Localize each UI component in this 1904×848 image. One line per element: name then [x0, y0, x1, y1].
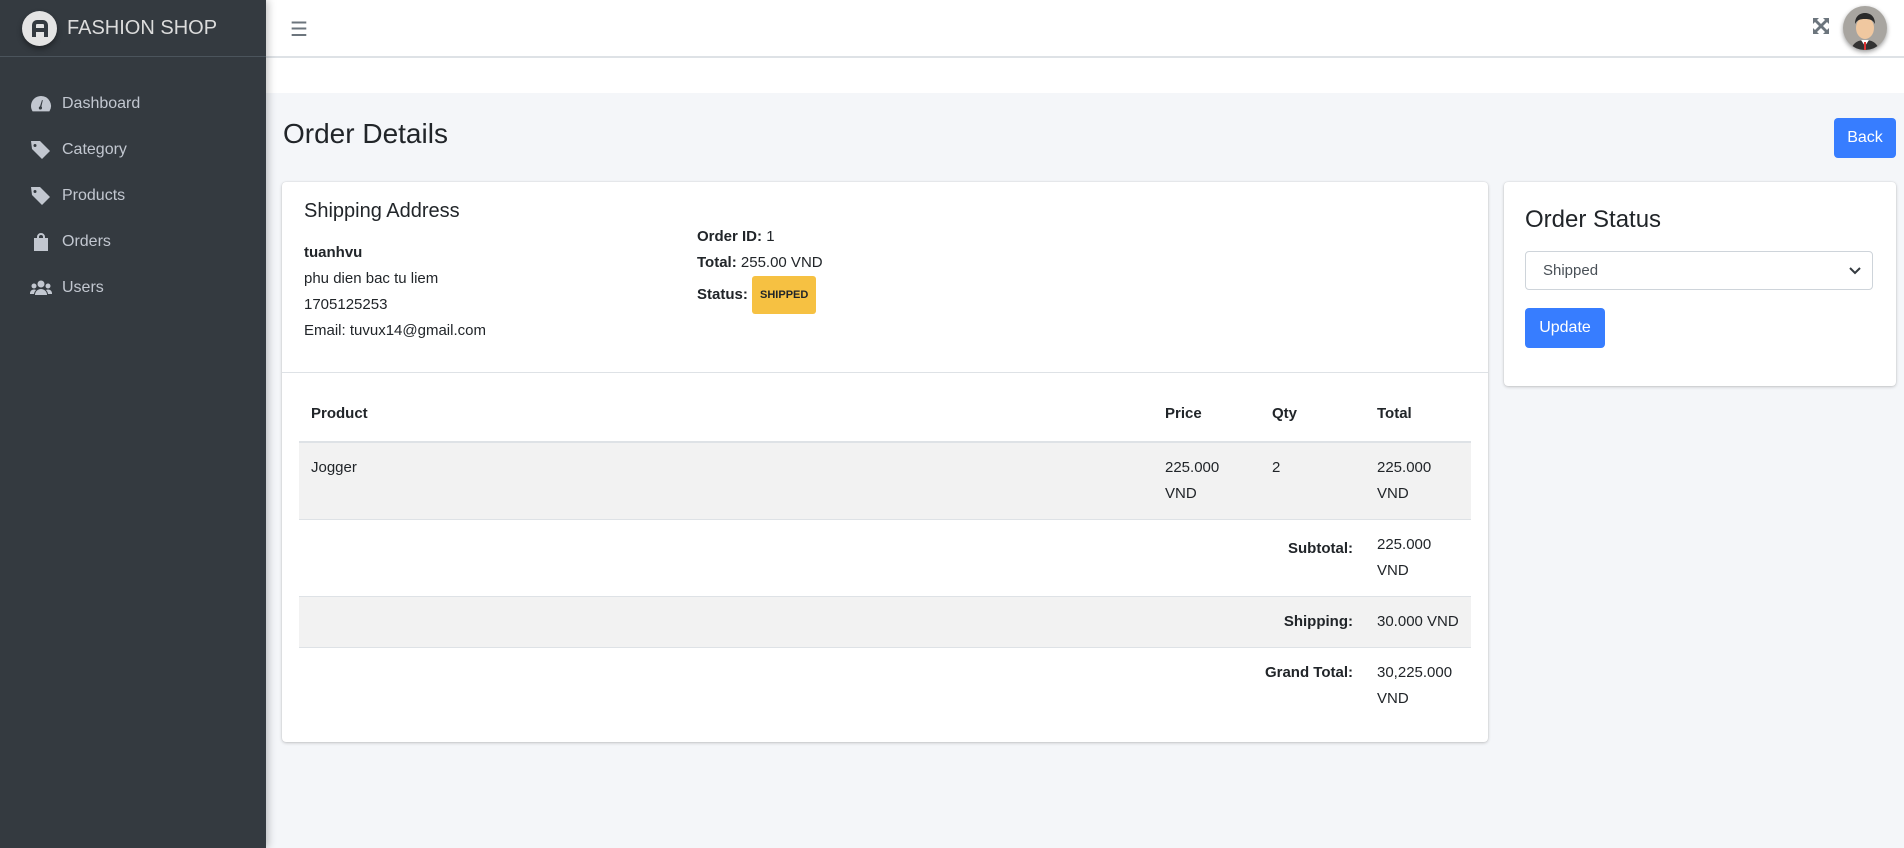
col-price: Price — [1153, 385, 1260, 443]
customer-name: tuanhvu — [304, 244, 363, 261]
order-status-label: Status: — [697, 285, 748, 303]
subtotal-label: Subtotal: — [299, 519, 1365, 597]
col-total: Total — [1365, 385, 1471, 443]
sidebar-item-label: Users — [62, 279, 104, 296]
sidebar-item-dashboard[interactable]: Dashboard — [0, 81, 266, 127]
brand-name: FASHION SHOP — [67, 16, 218, 39]
grand-total-value: 30,225.000 VND — [1365, 647, 1471, 724]
product-total: 225.000 VND — [1365, 441, 1471, 520]
shipping-address: tuanhvu phu dien bac tu liem 1705125253 … — [304, 240, 486, 344]
users-icon — [30, 280, 52, 295]
address-line: phu dien bac tu liem — [304, 270, 439, 287]
col-product: Product — [299, 385, 1153, 443]
grand-total-row: Grand Total: 30,225.000 VND — [299, 647, 1471, 724]
update-button[interactable]: Update — [1525, 308, 1605, 348]
order-meta: Order ID: 1 Total: 255.00 VND Status: SH… — [697, 224, 823, 314]
brand-logo — [22, 10, 57, 46]
expand-icon[interactable] — [1812, 17, 1830, 35]
subtotal-row: Subtotal: 225.000 VND — [299, 519, 1471, 597]
grand-total-label: Grand Total: — [299, 647, 1365, 724]
shipping-row: Shipping: 30.000 VND — [299, 596, 1471, 648]
status-badge: SHIPPED — [752, 276, 817, 314]
top-navbar: ☰ — [266, 0, 1904, 58]
order-id-label: Order ID: — [697, 228, 763, 245]
table-row: Jogger 225.000 VND 2 225.000 VND — [299, 441, 1471, 520]
order-id: 1 — [766, 228, 775, 245]
sidebar-item-products[interactable]: Products — [0, 173, 266, 219]
col-qty: Qty — [1260, 385, 1365, 443]
sidebar: FASHION SHOP Dashboard Category Products… — [0, 0, 266, 848]
shipping-label: Shipping: — [299, 596, 1365, 648]
table-header-row: Product Price Qty Total — [299, 385, 1471, 443]
shipping-address-title: Shipping Address — [304, 200, 460, 222]
order-total: 255.00 VND — [740, 254, 823, 271]
selected-status: Shipped — [1543, 262, 1599, 279]
sidebar-item-label: Dashboard — [62, 95, 141, 112]
dashboard-icon — [31, 96, 51, 112]
sidebar-item-label: Category — [62, 141, 127, 158]
page-title: Order Details — [283, 118, 448, 149]
shipping-value: 30.000 VND — [1365, 596, 1471, 648]
content-header-strip — [266, 58, 1904, 93]
tag-icon — [31, 187, 50, 205]
order-status-select[interactable]: Shipped — [1525, 251, 1873, 290]
subtotal-value: 225.000 VND — [1365, 519, 1471, 597]
sidebar-item-orders[interactable]: Orders — [0, 219, 266, 265]
chevron-down-icon — [1849, 267, 1861, 275]
hamburger-icon[interactable]: ☰ — [290, 17, 308, 42]
tag-icon — [31, 141, 50, 159]
back-button[interactable]: Back — [1834, 118, 1896, 158]
product-name: Jogger — [299, 441, 1153, 520]
order-items-table: Product Price Qty Total Jogger 225.000 V… — [299, 385, 1471, 724]
sidebar-item-label: Orders — [62, 233, 111, 250]
phone: 1705125253 — [304, 296, 388, 313]
product-qty: 2 — [1260, 441, 1365, 520]
order-details-card: Shipping Address tuanhvu phu dien bac tu… — [282, 182, 1488, 742]
email: Email: tuvux14@gmail.com — [304, 322, 486, 339]
sidebar-item-category[interactable]: Category — [0, 127, 266, 173]
order-total-label: Total: — [697, 254, 737, 271]
avatar[interactable] — [1843, 6, 1887, 50]
shopping-bag-icon — [34, 233, 48, 251]
brand-link[interactable]: FASHION SHOP — [0, 0, 266, 57]
sidebar-item-label: Products — [62, 187, 126, 204]
order-status-title: Order Status — [1525, 206, 1662, 233]
product-price: 225.000 VND — [1153, 441, 1260, 520]
sidebar-item-users[interactable]: Users — [0, 265, 266, 311]
order-status-card: Order Status Shipped Update — [1504, 182, 1896, 386]
